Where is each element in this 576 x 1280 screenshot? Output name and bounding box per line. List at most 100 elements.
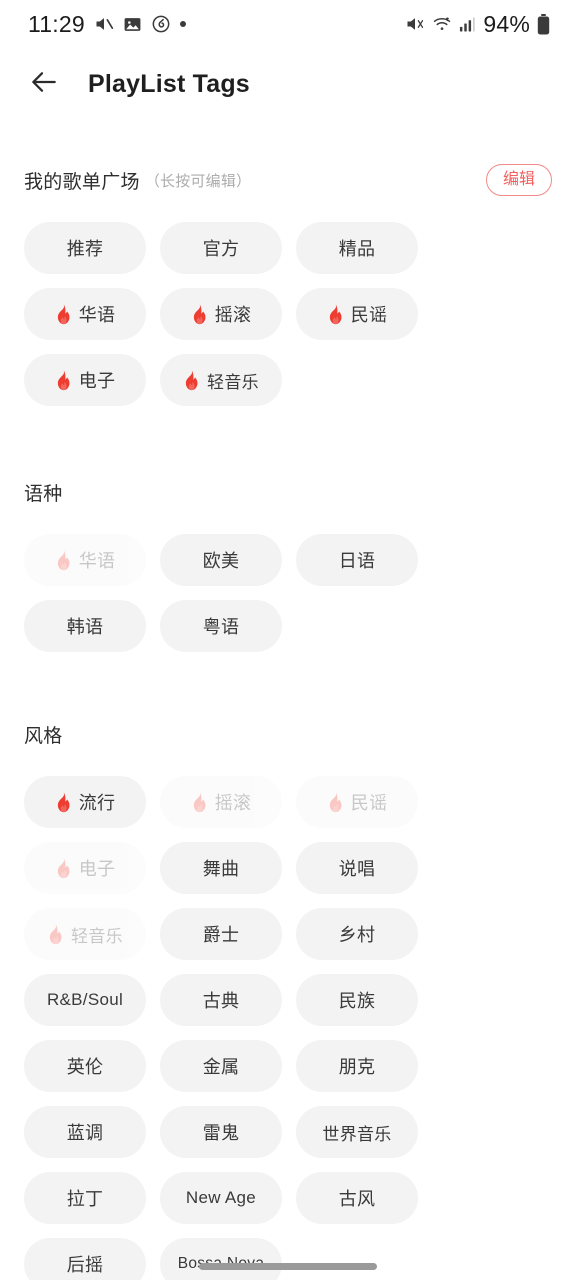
tag-chip[interactable]: 轻音乐 [24,908,146,960]
tag-chip[interactable]: 古风 [296,1172,418,1224]
tag-chip[interactable]: 乡村 [296,908,418,960]
section-style: 风格 流行 摇滚 民谣电子 舞曲 说唱轻音乐 爵士 乡村 R&B/Soul 古典 民族英伦 金属 朋克… [24,714,552,1280]
tag-chip[interactable]: 华语 [24,288,146,340]
tag-chip-label: 雷鬼 [202,1123,240,1143]
tag-chip[interactable]: 电子 [24,842,146,894]
tag-chip-label: 金属 [202,1057,240,1077]
battery-percent-label: 94% [483,10,530,37]
tag-chip-label: 摇滚 [214,793,252,813]
tag-chip[interactable]: R&B/Soul [24,974,146,1026]
tag-chip-label: 乡村 [338,925,376,945]
section-language: 语种 华语 欧美 日语韩语 粤语 [24,472,552,652]
tag-chip-label: 拉丁 [66,1189,104,1209]
tag-chip[interactable]: 官方 [160,222,282,274]
tag-chip[interactable]: 日语 [296,534,418,586]
tag-chip[interactable]: 华语 [24,534,146,586]
tag-chip[interactable]: 轻音乐 [160,354,282,406]
tag-chip-label: 流行 [78,793,116,813]
tag-chip-label: 说唱 [338,859,376,879]
tag-chip[interactable]: 拉丁 [24,1172,146,1224]
section-title: 我的歌单广场 [24,171,140,193]
tag-chip[interactable]: 世界音乐 [296,1106,418,1158]
tag-chip-label: 华语 [78,551,116,571]
tag-chip[interactable]: New Age [160,1172,282,1224]
tag-chip[interactable]: 英伦 [24,1040,146,1092]
tag-chip[interactable]: 欧美 [160,534,282,586]
tag-chip[interactable]: 后摇 [24,1238,146,1280]
netease-music-icon [151,14,171,34]
tag-chip-label: 官方 [202,239,240,259]
tag-chip[interactable]: 民谣 [296,288,418,340]
tag-chip-label: 电子 [78,371,116,391]
section-header: 我的歌单广场 （长按可编辑） 编辑 [24,160,552,200]
tag-chip[interactable]: 舞曲 [160,842,282,894]
status-bar: 11:29 94% [0,0,576,48]
tag-chip-label: 推荐 [66,239,104,259]
tag-chip[interactable]: 粤语 [160,600,282,652]
tag-chip-label: 欧美 [202,551,240,571]
tag-chip-label: 粤语 [202,617,240,637]
tag-chip-label: 爵士 [202,925,240,945]
ringer-silent-icon [405,14,425,34]
cellular-signal-icon [459,15,476,33]
arrow-left-icon [28,66,60,103]
tag-chip-label: New Age [185,1188,257,1207]
tag-chip-label: 舞曲 [202,859,240,879]
battery-icon [537,13,550,35]
tag-chip-label: 电子 [78,859,116,879]
tag-chip[interactable]: 爵士 [160,908,282,960]
tag-sections-container: 我的歌单广场 （长按可编辑） 编辑 推荐 官方 精品 华语 摇滚 民谣 电子 轻音乐 语种 华… [0,160,576,1280]
back-button[interactable] [24,64,64,104]
tag-chip[interactable]: 雷鬼 [160,1106,282,1158]
status-bar-right: 94% [405,11,550,38]
tag-chip-label: 韩语 [66,617,104,637]
chip-grid-style: 流行 摇滚 民谣电子 舞曲 说唱轻音乐 爵士 乡村 R&B/Soul 古典 民族英伦 金属 朋克蓝调 雷… [24,776,552,1280]
tag-chip-label: 世界音乐 [322,1124,392,1144]
chip-grid-my-playlist-square: 推荐 官方 精品华语 摇滚 民谣电子 轻音乐 [24,222,552,406]
tag-chip-label: 华语 [78,305,116,325]
chip-grid-language: 华语 欧美 日语韩语 粤语 [24,534,552,652]
status-bar-left: 11:29 [28,11,186,38]
section-title: 语种 [24,483,63,505]
tag-chip-label: 古风 [338,1189,376,1209]
app-bar: PlayList Tags [0,48,576,120]
dot-icon [179,21,186,27]
tag-chip[interactable]: 流行 [24,776,146,828]
tag-chip[interactable]: 蓝调 [24,1106,146,1158]
tag-chip[interactable]: 摇滚 [160,288,282,340]
tag-chip[interactable]: 民谣 [296,776,418,828]
page-title: PlayList Tags [88,69,250,98]
tag-chip[interactable]: 推荐 [24,222,146,274]
tag-chip[interactable]: 精品 [296,222,418,274]
section-divider-space [24,406,552,472]
section-hint: （长按可编辑） [144,172,252,190]
section-my-playlist-square: 我的歌单广场 （长按可编辑） 编辑 推荐 官方 精品华语 摇滚 民谣电子 轻音乐 [24,160,552,406]
tag-chip[interactable]: 金属 [160,1040,282,1092]
wifi-icon [432,14,452,34]
tag-chip[interactable]: 说唱 [296,842,418,894]
section-divider-space [24,652,552,714]
tag-chip-label: R&B/Soul [46,990,124,1009]
tag-chip[interactable]: 古典 [160,974,282,1026]
section-header: 语种 [24,472,552,512]
tag-chip-label: 精品 [338,239,376,259]
screen-root: 11:29 94% PlayList Tags 我的歌单广场 （长按可编辑） 编… [0,0,576,1280]
tag-chip[interactable]: 民族 [296,974,418,1026]
tag-chip-label: 民族 [338,991,376,1011]
tag-chip[interactable]: 电子 [24,354,146,406]
tag-chip-label: 轻音乐 [71,926,123,946]
edit-button[interactable]: 编辑 [485,163,552,197]
tag-chip-label: 后摇 [66,1255,104,1275]
tag-chip[interactable]: 摇滚 [160,776,282,828]
tag-chip[interactable]: 韩语 [24,600,146,652]
tag-chip-label: 古典 [202,991,240,1011]
section-title: 风格 [24,725,63,747]
tag-chip[interactable]: 朋克 [296,1040,418,1092]
tag-chip-label: 蓝调 [66,1123,104,1143]
home-indicator[interactable] [199,1263,377,1270]
status-bar-clock: 11:29 [28,10,85,37]
tag-chip[interactable]: Bossa Nova [160,1238,282,1280]
tag-chip-label: 民谣 [350,793,388,813]
tag-chip-label: 摇滚 [214,305,252,325]
section-header: 风格 [24,714,552,754]
